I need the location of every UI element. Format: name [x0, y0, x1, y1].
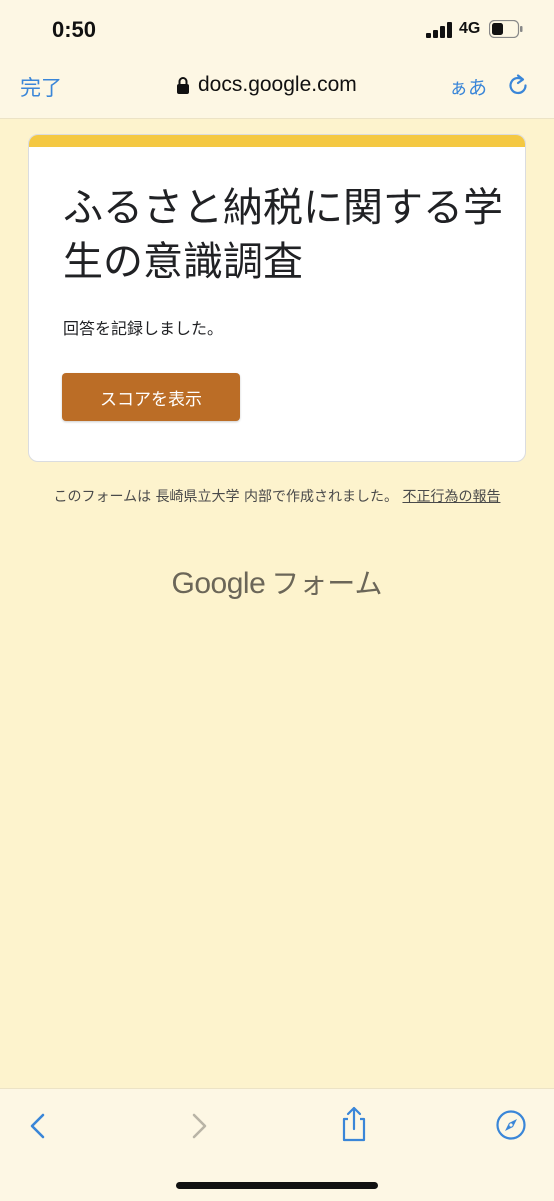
footer-note-text: このフォームは 長崎県立大学 内部で作成されました。 [53, 489, 399, 505]
brand-forms-text: フォーム [271, 567, 383, 600]
status-bar: 0:50 4G [0, 0, 554, 58]
compass-icon[interactable] [495, 1109, 527, 1141]
url-text: docs.google.com [198, 73, 357, 96]
url-field[interactable]: docs.google.com [176, 71, 357, 99]
view-score-button[interactable]: スコアを表示 [62, 373, 240, 421]
battery-icon [489, 20, 523, 38]
brand-google-text: Google [171, 567, 266, 600]
forward-icon[interactable] [183, 1109, 215, 1143]
confirmation-message: 回答を記録しました。 [63, 319, 224, 338]
done-button[interactable]: 完了 [20, 72, 62, 102]
footer-note: このフォームは 長崎県立大学 内部で作成されました。 不正行為の報告 [40, 484, 514, 510]
back-icon[interactable] [22, 1109, 54, 1143]
network-type: 4G [459, 20, 481, 37]
card-accent-bar [29, 135, 525, 147]
text-size-button[interactable]: ぁあ [449, 73, 487, 100]
lock-icon [177, 77, 189, 94]
report-abuse-link[interactable]: 不正行為の報告 [402, 489, 500, 505]
signal-icon [426, 22, 452, 38]
reload-icon[interactable] [506, 73, 530, 99]
status-time: 0:50 [52, 17, 97, 42]
form-card: ふるさと納税に関する学生の意識調査 回答を記録しました。 スコアを表示 [28, 134, 526, 462]
home-indicator[interactable] [176, 1182, 378, 1189]
browser-address-bar: 完了 docs.google.com ぁあ [0, 58, 554, 119]
share-icon[interactable] [338, 1105, 370, 1143]
google-forms-logo[interactable]: Google フォーム [0, 562, 554, 602]
form-title: ふるさと納税に関する学生の意識調査 [63, 185, 503, 285]
